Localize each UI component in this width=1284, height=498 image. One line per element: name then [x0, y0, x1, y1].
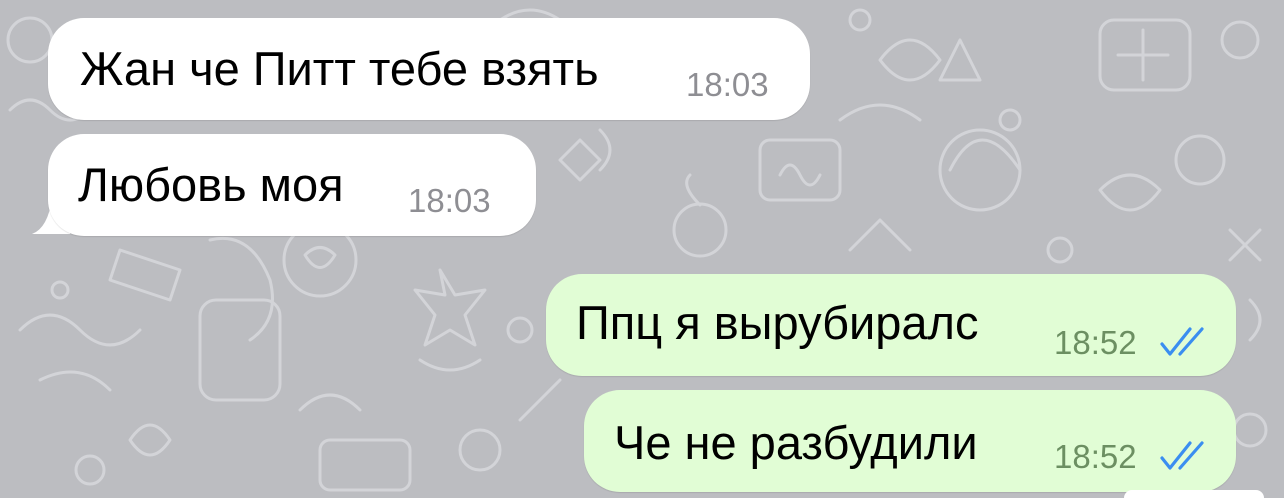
message-bubble-incoming[interactable]: Жан че Питт тебе взять 18:03 [48, 18, 810, 120]
message-timestamp: 18:03 [408, 182, 491, 219]
double-check-read-icon [1160, 441, 1204, 470]
message-timestamp: 18:03 [686, 66, 769, 103]
message-text: Любовь моя [78, 158, 344, 211]
chat-message-list: Жан че Питт тебе взять 18:03 Любовь моя … [0, 0, 1284, 498]
message-bubble-outgoing[interactable]: Че не разбудили 18:52 [584, 390, 1236, 492]
message-text: Жан че Питт тебе взять [80, 42, 599, 95]
message-text: Ппц я вырубиралс [576, 296, 979, 349]
message-bubble-incoming[interactable]: Любовь моя 18:03 [48, 134, 536, 236]
message-bubble-outgoing[interactable]: Ппц я вырубиралс 18:52 [546, 274, 1236, 376]
message-timestamp: 18:52 [1054, 438, 1137, 475]
double-check-read-icon [1160, 327, 1204, 356]
message-bubble-partial[interactable] [1124, 490, 1264, 498]
message-text: Че не разбудили [614, 416, 978, 469]
message-timestamp: 18:52 [1054, 324, 1137, 361]
